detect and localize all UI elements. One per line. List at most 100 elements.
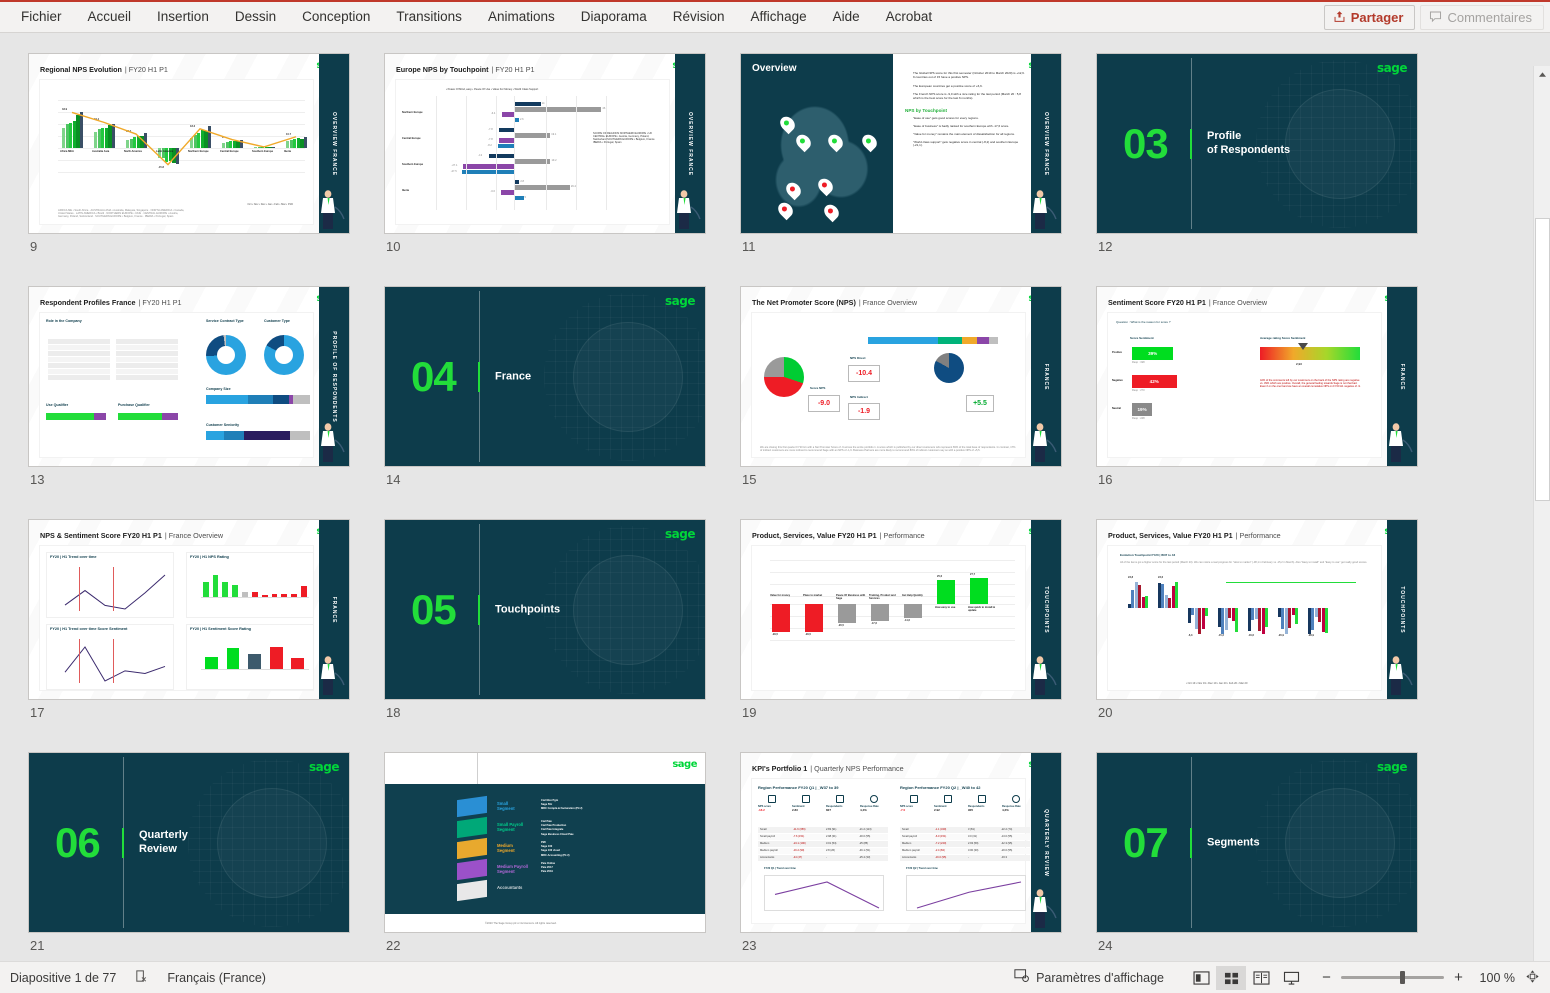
normal-view-button[interactable]: [1186, 966, 1216, 990]
segment: [977, 337, 989, 344]
slide-title: KPI's Portfolio 1 | Quarterly NPS Perform…: [752, 764, 904, 773]
slide-sorter-view-button[interactable]: [1216, 966, 1246, 990]
display-settings-icon[interactable]: [1014, 968, 1030, 987]
slide-thumbnail-19[interactable]: Product, Services, Value FY20 H1 P1 | Per…: [740, 519, 1062, 700]
scrollbar-thumb[interactable]: [1535, 218, 1550, 501]
qualifier-yes: [118, 413, 162, 420]
quarter-marker: [113, 639, 114, 683]
zoom-control[interactable]: − +: [1320, 969, 1465, 986]
table-row: [900, 855, 1030, 861]
slide-thumbnail-14[interactable]: 04 France sage: [384, 286, 706, 467]
fit-to-window-icon[interactable]: [1525, 969, 1540, 986]
menu-tab-animations[interactable]: Animations: [475, 5, 568, 29]
table-cell: Small payroll: [760, 835, 775, 838]
table-row: [48, 369, 110, 374]
slide-counter[interactable]: Diapositive 1 de 77: [10, 971, 116, 985]
illustration-figure: [1027, 187, 1059, 231]
pin-dot: [789, 185, 796, 192]
bullet-item: "Ease of use" gets good scores for every…: [913, 117, 1025, 121]
zoom-slider-knob[interactable]: [1400, 971, 1405, 984]
category-label: Peace Of Business with Sage: [836, 594, 866, 600]
gridline: [466, 96, 467, 210]
bar: [937, 580, 955, 604]
slideshow-view-button[interactable]: [1276, 966, 1306, 990]
segment-label: Accountants: [497, 885, 522, 890]
slide-cell: 06 Quarterly Review sage 21: [28, 752, 384, 961]
zoom-slider-track[interactable]: [1341, 976, 1444, 979]
slide-thumbnail-16[interactable]: Sentiment Score FY20 H1 P1 | France Overv…: [1096, 286, 1418, 467]
bar: [514, 159, 550, 163]
vertical-scrollbar[interactable]: [1533, 66, 1550, 961]
panel-heading: FY20 | H1 Trend over time Score Sentimen…: [50, 627, 127, 632]
right-heading: Average rating Score Sentiment: [1260, 337, 1305, 341]
slide-cell: 07 Segments sage 24: [1096, 752, 1452, 961]
slide-thumbnail-11[interactable]: Overview The Global NPS score for this fi…: [740, 53, 1062, 234]
slide-thumbnail-12[interactable]: 03 Profile of Respondents sage: [1096, 53, 1418, 234]
menu-tab-accueil[interactable]: Accueil: [75, 5, 145, 29]
gridline: [606, 96, 607, 210]
illustration-figure: [671, 187, 703, 231]
slide-thumbnail-23[interactable]: KPI's Portfolio 1 | Quarterly NPS Perform…: [740, 752, 1062, 933]
menu-tab-acrobat[interactable]: Acrobat: [873, 5, 946, 29]
bar: [489, 154, 514, 158]
kpi-box: -1.9: [848, 403, 880, 420]
slide-thumbnail-13[interactable]: Respondent Profiles France| FY20 H1 P1sa…: [28, 286, 350, 467]
annotation: SCOPE OF REGIONS NORTHERN EUROPE • UK CE…: [593, 132, 663, 144]
slide-thumbnail-17[interactable]: NPS & Sentiment Score FY20 H1 P1 | France…: [28, 519, 350, 700]
menu-tab-dessin[interactable]: Dessin: [222, 5, 289, 29]
gridline: [546, 96, 547, 210]
slide-thumbnail-18[interactable]: 05 Touchpoints sage: [384, 519, 706, 700]
segment: [293, 395, 310, 404]
status-left: Diapositive 1 de 77 Français (France): [0, 969, 266, 987]
menu-tab-conception[interactable]: Conception: [289, 5, 383, 29]
segment: [962, 337, 978, 344]
accessibility-check-icon[interactable]: [134, 969, 149, 987]
slide-thumbnail-20[interactable]: Product, Services, Value FY20 H1 P1 | Per…: [1096, 519, 1418, 700]
data-label: -27.1: [452, 164, 458, 167]
menu-tab-insertion[interactable]: Insertion: [144, 5, 222, 29]
slide-sorter-canvas[interactable]: Regional NPS Evolution| FY20 H1 P1sage33…: [0, 33, 1550, 961]
segment-block: [457, 796, 487, 817]
sage-logo: sage: [665, 527, 695, 541]
menu-tab-aide[interactable]: Aide: [820, 5, 873, 29]
data-label: 27,7: [970, 573, 975, 576]
slide-thumbnail-24[interactable]: 07 Segments sage: [1096, 752, 1418, 933]
reading-view-button[interactable]: [1246, 966, 1276, 990]
display-settings-label[interactable]: Paramètres d'affichage: [1036, 971, 1164, 985]
scroll-up-button[interactable]: [1534, 66, 1550, 83]
menu-tab-revision[interactable]: Révision: [660, 5, 738, 29]
comments-button[interactable]: Commentaires: [1420, 5, 1544, 30]
zoom-in-button[interactable]: +: [1452, 969, 1465, 986]
illustration-figure: [1383, 653, 1415, 697]
slide-title-light: | France Overview: [1209, 298, 1267, 307]
zoom-out-button[interactable]: −: [1320, 969, 1333, 986]
slide-content-area: FY20 | H1 Trend over time FY20 | H1 NPS R…: [40, 546, 313, 690]
slide-cell: The Net Promoter Score (NPS) | France Ove…: [740, 286, 1096, 519]
slide-thumbnail-21[interactable]: 06 Quarterly Review sage: [28, 752, 350, 933]
menu-tab-fichier[interactable]: Fichier: [8, 5, 75, 29]
table-cell: -: [826, 856, 827, 859]
language-indicator[interactable]: Français (France): [167, 971, 266, 985]
data-label: 14: [542, 102, 545, 105]
slide-sorter-icon: [1223, 971, 1240, 985]
slide-thumbnail-22[interactable]: sage Small Segment Ciel Mon Pgm Sage 50c MRC…: [384, 752, 706, 933]
slide-thumbnail-10[interactable]: Europe NPS by Touchpoint| FY20 H1 P1sage…: [384, 53, 706, 234]
notes: All of the items got a higher score for …: [1120, 561, 1371, 564]
customer-seniority-bar: [206, 431, 310, 440]
group-label: -28,9: [1308, 634, 1314, 637]
decorative-orb: [573, 555, 683, 665]
menu-tab-diaporama[interactable]: Diaporama: [568, 5, 660, 29]
bar: [1205, 608, 1208, 616]
slide-content-area: Role in the Company Service Contract Type…: [40, 313, 313, 457]
menu-tab-transitions[interactable]: Transitions: [383, 5, 475, 29]
slide-thumbnail-15[interactable]: The Net Promoter Score (NPS) | France Ove…: [740, 286, 1062, 467]
speedometer-icon: [768, 795, 776, 803]
data-label: -14,6: [904, 619, 910, 622]
segment-block: [457, 838, 487, 859]
zoom-level-label[interactable]: 100 %: [1471, 971, 1515, 985]
slide-thumbnail-9[interactable]: Regional NPS Evolution| FY20 H1 P1sage33…: [28, 53, 350, 234]
section-number: 05: [411, 586, 456, 634]
slide-number-label: 12: [1098, 239, 1112, 254]
share-button[interactable]: Partager: [1324, 5, 1416, 30]
menu-tab-affichage[interactable]: Affichage: [738, 5, 820, 29]
